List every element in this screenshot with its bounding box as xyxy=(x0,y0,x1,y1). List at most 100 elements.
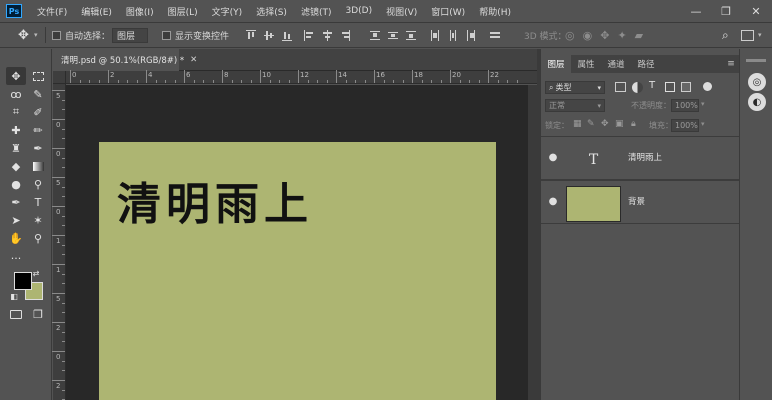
chevron-down-icon[interactable]: ▾ xyxy=(701,120,705,128)
lasso-tool-icon[interactable]: ꝏ xyxy=(6,85,26,103)
close-button[interactable]: ✕ xyxy=(741,0,771,22)
3d-orbit-icon[interactable]: ◎ xyxy=(565,29,575,42)
layer-name[interactable]: 清明雨上 xyxy=(628,151,662,163)
distribute-vcenter-icon[interactable] xyxy=(388,30,398,41)
filter-shape-icon[interactable] xyxy=(665,82,675,92)
visibility-eye-icon[interactable]: ● xyxy=(547,195,559,207)
screen-mode-icon[interactable]: ❐ xyxy=(28,305,48,323)
menu-help[interactable]: 帮助(H) xyxy=(472,5,518,18)
healing-brush-tool-icon[interactable]: ✚ xyxy=(6,121,26,139)
search-icon[interactable]: ⌕ xyxy=(722,23,729,47)
menu-type[interactable]: 文字(Y) xyxy=(205,5,250,18)
align-top-icon[interactable] xyxy=(246,30,256,41)
path-select-tool-icon[interactable]: ➤ xyxy=(6,211,26,229)
lock-all-icon[interactable]: 🔒︎ xyxy=(631,119,636,129)
marquee-tool-icon[interactable] xyxy=(28,67,48,85)
learn-panel-icon[interactable]: ◎ xyxy=(748,73,766,91)
distribute-right-icon[interactable] xyxy=(466,30,476,41)
filter-pixel-icon[interactable] xyxy=(615,82,626,92)
menu-filter[interactable]: 滤镜(T) xyxy=(294,5,339,18)
eraser-tool-icon[interactable]: ◆ xyxy=(6,157,26,175)
auto-select-checkbox[interactable]: 自动选择： xyxy=(52,23,110,47)
default-colors-icon[interactable]: ◧ xyxy=(8,290,20,302)
fill-input[interactable]: 100% xyxy=(671,119,699,132)
layer-row-text[interactable]: ● T 清明雨上 xyxy=(541,136,739,180)
tab-channels[interactable]: 通道 xyxy=(601,55,631,73)
filter-kind-dropdown[interactable]: ⌕ 类型 ▾ xyxy=(545,81,605,94)
clone-stamp-tool-icon[interactable]: ♜ xyxy=(6,139,26,157)
filter-type-icon[interactable]: T xyxy=(649,80,655,91)
align-right-icon[interactable] xyxy=(340,30,350,41)
menu-view[interactable]: 视图(V) xyxy=(379,5,424,18)
chevron-down-icon[interactable]: ▾ xyxy=(701,100,705,108)
tab-layers[interactable]: 图层 xyxy=(541,55,571,73)
dodge-tool-icon[interactable]: ⚲ xyxy=(28,175,48,193)
align-vcenter-icon[interactable] xyxy=(264,30,274,41)
menu-window[interactable]: 窗口(W) xyxy=(424,5,472,18)
layer-name[interactable]: 背景 xyxy=(628,195,645,207)
blur-tool-icon[interactable]: ● xyxy=(6,175,26,193)
restore-button[interactable]: ❐ xyxy=(711,0,741,22)
workspace-chevron-icon[interactable]: ▾ xyxy=(758,23,762,47)
panel-menu-icon[interactable]: ≡ xyxy=(725,55,737,73)
canvas-text-layer[interactable]: 清明雨上 xyxy=(117,183,313,227)
horizontal-ruler[interactable]: 0 2 4 6 8 10 12 14 16 18 20 22 xyxy=(66,70,537,84)
zoom-tool-icon[interactable]: ⚲ xyxy=(28,229,48,247)
hand-tool-icon[interactable]: ✋ xyxy=(6,229,26,247)
vertical-ruler[interactable]: 5 0 0 5 0 1 1 5 2 0 2 xyxy=(52,84,66,400)
lock-image-icon[interactable]: ✎ xyxy=(587,119,595,129)
3d-scale-icon[interactable]: ▰ xyxy=(635,29,643,42)
document-tab[interactable]: 清明.psd @ 50.1%(RGB/8#) * ✕ xyxy=(53,49,197,71)
3d-slide-icon[interactable]: ✦ xyxy=(617,29,626,42)
edit-toolbar-icon[interactable]: ··· xyxy=(6,249,26,267)
lock-transparent-icon[interactable]: ▦ xyxy=(573,119,582,129)
align-hcenter-icon[interactable] xyxy=(322,30,332,41)
lock-position-icon[interactable]: ✥ xyxy=(601,119,609,129)
gradient-tool-icon[interactable] xyxy=(28,157,48,175)
blend-mode-dropdown[interactable]: 正常 ▾ xyxy=(545,99,605,112)
move-tool-icon[interactable]: ✥ xyxy=(18,23,29,47)
visibility-eye-icon[interactable]: ● xyxy=(547,151,559,163)
auto-select-target-dropdown[interactable]: 图层 xyxy=(112,28,148,43)
opacity-input[interactable]: 100% xyxy=(671,99,699,112)
close-tab-icon[interactable]: ✕ xyxy=(190,55,197,65)
pen-tool-icon[interactable]: ✒ xyxy=(6,193,26,211)
tab-properties[interactable]: 属性 xyxy=(571,55,601,73)
move-tool-icon[interactable]: ✥ xyxy=(6,67,26,85)
filter-toggle-icon[interactable] xyxy=(703,82,712,91)
align-left-icon[interactable] xyxy=(304,30,314,41)
lock-artboard-icon[interactable]: ▣ xyxy=(615,119,624,129)
quick-select-tool-icon[interactable]: ✎ xyxy=(28,85,48,103)
crop-tool-icon[interactable]: ⌗ xyxy=(6,103,26,121)
minimize-button[interactable]: — xyxy=(681,0,711,22)
document-canvas[interactable]: 清明雨上 xyxy=(99,142,496,400)
tool-preset-chevron-icon[interactable]: ▾ xyxy=(34,23,38,47)
menu-image[interactable]: 图像(I) xyxy=(119,5,161,18)
adjustments-panel-icon[interactable]: ◐ xyxy=(748,93,766,111)
foreground-color-swatch[interactable] xyxy=(14,272,32,290)
ruler-origin[interactable] xyxy=(53,71,66,84)
quick-mask-icon[interactable] xyxy=(6,305,26,323)
auto-align-icon[interactable] xyxy=(490,30,500,41)
menu-edit[interactable]: 编辑(E) xyxy=(74,5,119,18)
tab-paths[interactable]: 路径 xyxy=(631,55,661,73)
workspace-icon[interactable] xyxy=(741,30,754,41)
menu-select[interactable]: 选择(S) xyxy=(249,5,294,18)
3d-pan-icon[interactable]: ✥ xyxy=(600,29,609,42)
distribute-top-icon[interactable] xyxy=(370,30,380,41)
column-grip[interactable] xyxy=(746,59,766,62)
menu-3d[interactable]: 3D(D) xyxy=(338,6,379,16)
distribute-hcenter-icon[interactable] xyxy=(448,30,458,41)
brush-tool-icon[interactable]: ✏ xyxy=(28,121,48,139)
distribute-bottom-icon[interactable] xyxy=(406,30,416,41)
menu-layer[interactable]: 图层(L) xyxy=(161,5,205,18)
3d-roll-icon[interactable]: ◉ xyxy=(583,29,593,42)
layer-row-background[interactable]: ● 背景 xyxy=(541,180,739,224)
menu-file[interactable]: 文件(F) xyxy=(30,5,74,18)
filter-smart-object-icon[interactable] xyxy=(681,82,691,92)
align-bottom-icon[interactable] xyxy=(282,30,292,41)
type-tool-icon[interactable]: T xyxy=(28,193,48,211)
history-brush-tool-icon[interactable]: ✒ xyxy=(28,139,48,157)
custom-shape-tool-icon[interactable]: ✶ xyxy=(28,211,48,229)
show-transform-checkbox[interactable]: 显示变换控件 xyxy=(162,23,229,47)
